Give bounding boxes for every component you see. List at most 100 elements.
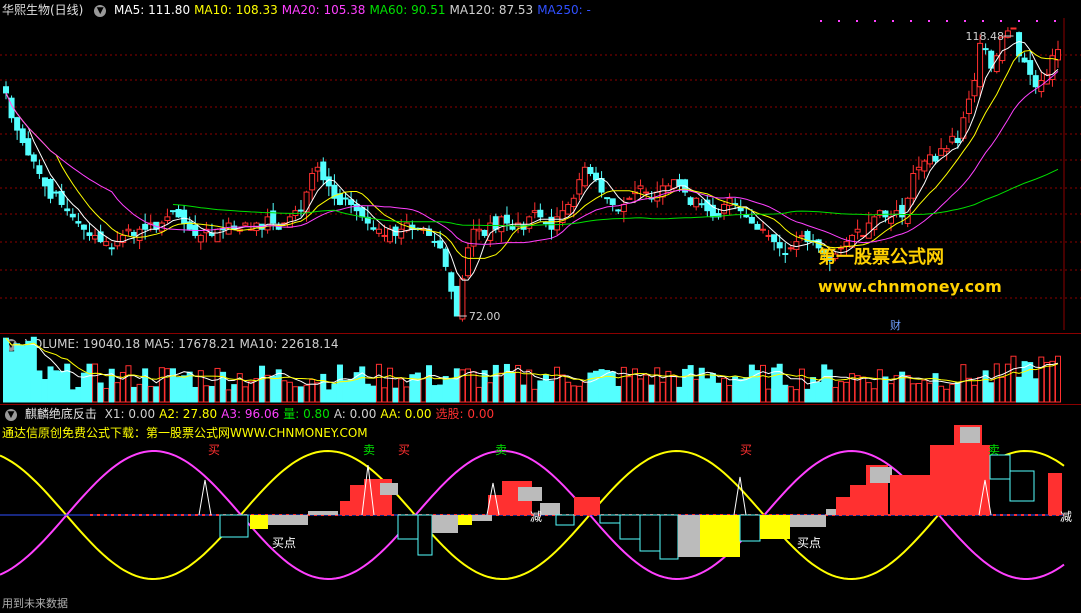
- volume-bar: [1049, 360, 1056, 403]
- candle-body: [64, 208, 71, 212]
- candle-body: [726, 197, 733, 206]
- volume-bar: [965, 377, 972, 403]
- volume-bar: [810, 377, 817, 403]
- candle-body: [899, 204, 906, 218]
- candle-body: [114, 241, 121, 247]
- indicator-panel[interactable]: ▼ 麒麟绝底反击 X1: 0.00 A2: 27.80 A3: 96.06 量: 0.…: [0, 405, 1081, 595]
- volume-bar: [977, 376, 984, 403]
- volume-bar: [509, 371, 516, 403]
- volume-bar: [542, 374, 549, 403]
- volume-bar: [693, 378, 700, 403]
- watermark-title: 第一股票公式网: [818, 247, 944, 268]
- dot-marker: [1054, 20, 1056, 22]
- candle-body: [771, 234, 778, 243]
- candle-body: [893, 210, 900, 215]
- volume-bar: [169, 368, 176, 403]
- candle-body: [943, 148, 950, 152]
- candle-body: [303, 191, 310, 213]
- candle-body: [865, 222, 872, 239]
- volume-bar: [448, 378, 455, 403]
- volume-bar: [593, 370, 600, 403]
- volume-bar: [481, 370, 488, 403]
- volume-bar: [8, 351, 15, 403]
- candle-body: [47, 178, 54, 199]
- volume-bar: [214, 367, 221, 403]
- volume-bar: [103, 387, 110, 403]
- volume-bar: [988, 382, 995, 403]
- volume-bar: [364, 383, 371, 403]
- volume-bar: [303, 384, 310, 403]
- footer-note: 用到未来数据: [2, 597, 68, 610]
- indicator-block: [836, 497, 850, 515]
- volume-bar: [264, 374, 271, 403]
- indicator-block: [1009, 470, 1035, 502]
- indicator-block: [574, 497, 600, 515]
- volume-bar: [375, 363, 382, 403]
- volume-bar: [86, 363, 93, 403]
- candle-body: [676, 179, 683, 187]
- volume-bar: [142, 368, 149, 403]
- indicator-block: [960, 427, 980, 443]
- volume-bar: [587, 372, 594, 403]
- candle-body: [92, 234, 99, 240]
- volume-bar: [865, 382, 872, 403]
- indicator-block: [555, 514, 575, 526]
- dot-marker: [982, 20, 984, 22]
- volume-bar: [414, 372, 421, 403]
- indicator-block: [826, 509, 836, 515]
- watermark-url: www.chnmoney.com: [818, 277, 1002, 296]
- candle-body: [131, 231, 138, 236]
- candle-body: [498, 216, 505, 233]
- volume-bar: [498, 372, 505, 403]
- volume-bar: [670, 375, 677, 403]
- dot-marker: [946, 20, 948, 22]
- volume-bar: [798, 368, 805, 403]
- buy-label: 买: [208, 443, 220, 457]
- candle-body: [169, 210, 176, 213]
- candle-body: [782, 253, 789, 256]
- volume-bar: [92, 363, 99, 403]
- indicator-block: [268, 515, 308, 525]
- candle-body: [1021, 57, 1028, 63]
- volume-bar: [437, 384, 444, 403]
- volume-bar: [453, 368, 460, 403]
- candle-body: [938, 148, 945, 156]
- volume-bar: [19, 345, 26, 403]
- candle-body: [14, 117, 21, 131]
- candle-body: [609, 198, 616, 205]
- indicator-chart[interactable]: 买 买 买 卖 卖 卖买点 买点 减 减: [0, 405, 1081, 595]
- indicator-block: [380, 483, 398, 495]
- candle-body: [453, 285, 460, 317]
- volume-bar: [565, 381, 572, 403]
- candle-body: [69, 213, 76, 218]
- candle-body: [503, 214, 510, 224]
- volume-bar: [687, 365, 694, 403]
- indicator-block: [432, 515, 458, 533]
- volume-bar: [320, 373, 327, 403]
- volume-bar: [420, 378, 427, 403]
- volume-chart[interactable]: [0, 334, 1081, 404]
- candle-body: [464, 247, 471, 277]
- dot-marker: [892, 20, 894, 22]
- volume-panel[interactable]: ▼ VOLUME: 19040.18 MA5: 17678.21 MA10: 226…: [0, 334, 1081, 404]
- candle-body: [298, 209, 305, 212]
- volume-bar: [492, 364, 499, 403]
- sell-label: 卖: [363, 443, 375, 457]
- candle-body: [53, 191, 60, 194]
- candle-body: [36, 165, 43, 174]
- volume-bar: [804, 388, 811, 403]
- high-label: 118.48: [965, 30, 1004, 43]
- volume-bar: [954, 382, 961, 403]
- volume-bar: [888, 383, 895, 403]
- candle-body: [398, 228, 405, 239]
- volume-bar: [30, 336, 37, 403]
- volume-bar: [676, 386, 683, 403]
- volume-bar: [581, 381, 588, 403]
- volume-bar: [442, 376, 449, 403]
- indicator-block: [700, 515, 740, 557]
- volume-bar: [782, 384, 789, 403]
- volume-bar: [932, 373, 939, 403]
- reduce-label: 减: [1060, 510, 1072, 524]
- volume-bar: [904, 375, 911, 403]
- volume-bar: [709, 373, 716, 403]
